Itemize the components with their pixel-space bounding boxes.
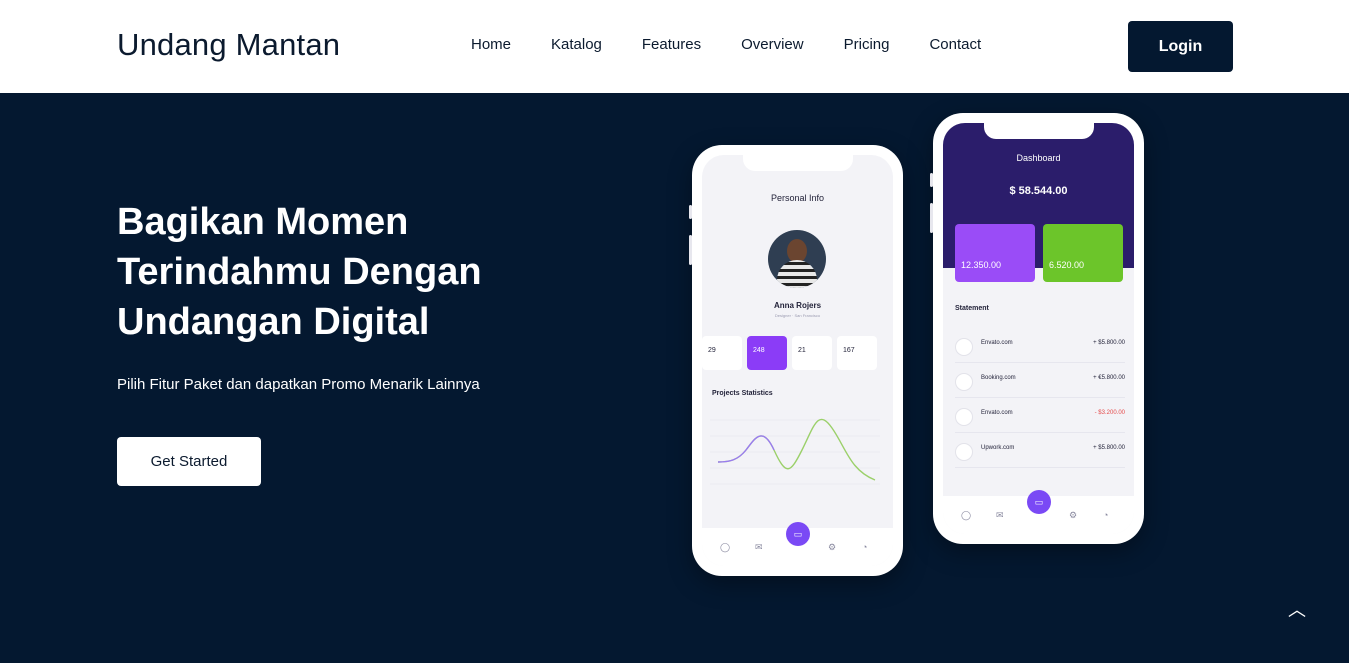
- phone-notch: [742, 155, 853, 171]
- phone-notch: [983, 123, 1094, 139]
- nav-pricing[interactable]: Pricing: [844, 36, 890, 53]
- user-icon[interactable]: ◯: [720, 542, 730, 553]
- profile-name: Anna Rojers: [773, 301, 822, 310]
- nav-home[interactable]: Home: [471, 36, 511, 53]
- phone-mockup-personal-info: Personal Info Anna Rojers Designer · San…: [689, 145, 903, 576]
- gear-icon[interactable]: ⚙: [828, 542, 836, 553]
- stat-card: 248: [747, 336, 787, 370]
- nav-katalog[interactable]: Katalog: [551, 36, 602, 53]
- nav-overview[interactable]: Overview: [741, 36, 804, 53]
- statement-row[interactable]: Envato.com + $5.800.00: [955, 333, 1125, 363]
- pie-chart-icon[interactable]: ◔: [1103, 510, 1108, 520]
- stat-card: 167: [837, 336, 877, 370]
- hero-headline: Bagikan Momen Terindahmu Dengan Undangan…: [117, 201, 482, 343]
- balance-amount: $ 58.544.00: [1009, 185, 1068, 197]
- mail-icon[interactable]: ✉: [755, 542, 763, 553]
- avatar: [768, 230, 826, 288]
- nav-menu: Home Katalog Features Overview Pricing C…: [471, 36, 1021, 53]
- nav-features[interactable]: Features: [642, 36, 701, 53]
- card-purple[interactable]: 12.350.00: [955, 224, 1035, 282]
- screen-title: Personal Info: [770, 193, 825, 203]
- phone-screen: Dashboard $ 58.544.00 12.350.00 6.520.00…: [943, 123, 1134, 534]
- phone-mockup-dashboard: Dashboard $ 58.544.00 12.350.00 6.520.00…: [930, 113, 1144, 544]
- hero-section: Bagikan Momen Terindahmu Dengan Undangan…: [0, 93, 1349, 663]
- stat-card: 29: [702, 336, 742, 370]
- hero-subtext: Pilih Fitur Paket dan dapatkan Promo Men…: [117, 376, 480, 393]
- monitor-fab-icon[interactable]: ▭: [786, 522, 810, 546]
- nav-contact[interactable]: Contact: [929, 36, 981, 53]
- monitor-fab-icon[interactable]: ▭: [1027, 490, 1051, 514]
- navbar: Undang Mantan Home Katalog Features Over…: [0, 0, 1349, 93]
- brand-logo[interactable]: Undang Mantan: [117, 27, 340, 63]
- statistics-chart: [710, 418, 880, 485]
- user-icon[interactable]: ◯: [961, 510, 971, 521]
- statement-row[interactable]: Booking.com + €5.800.00: [955, 368, 1125, 398]
- statement-row[interactable]: Upwork.com + $5.800.00: [955, 438, 1125, 468]
- get-started-button[interactable]: Get Started: [117, 437, 261, 486]
- chart-title: Projects Statistics: [712, 390, 773, 397]
- phone-screen: Personal Info Anna Rojers Designer · San…: [702, 155, 893, 566]
- gear-icon[interactable]: ⚙: [1069, 510, 1077, 521]
- card-green[interactable]: 6.520.00: [1043, 224, 1123, 282]
- statement-title: Statement: [955, 305, 989, 312]
- mail-icon[interactable]: ✉: [996, 510, 1004, 521]
- statement-row[interactable]: Envato.com - $3.200.00: [955, 403, 1125, 433]
- screen-title: Dashboard: [1016, 153, 1061, 163]
- scroll-to-top-icon[interactable]: ︿: [1280, 593, 1314, 627]
- login-button[interactable]: Login: [1128, 21, 1233, 72]
- stat-card: 21: [792, 336, 832, 370]
- profile-role: Designer · San Francisco: [774, 313, 821, 318]
- pie-chart-icon[interactable]: ◔: [862, 542, 867, 552]
